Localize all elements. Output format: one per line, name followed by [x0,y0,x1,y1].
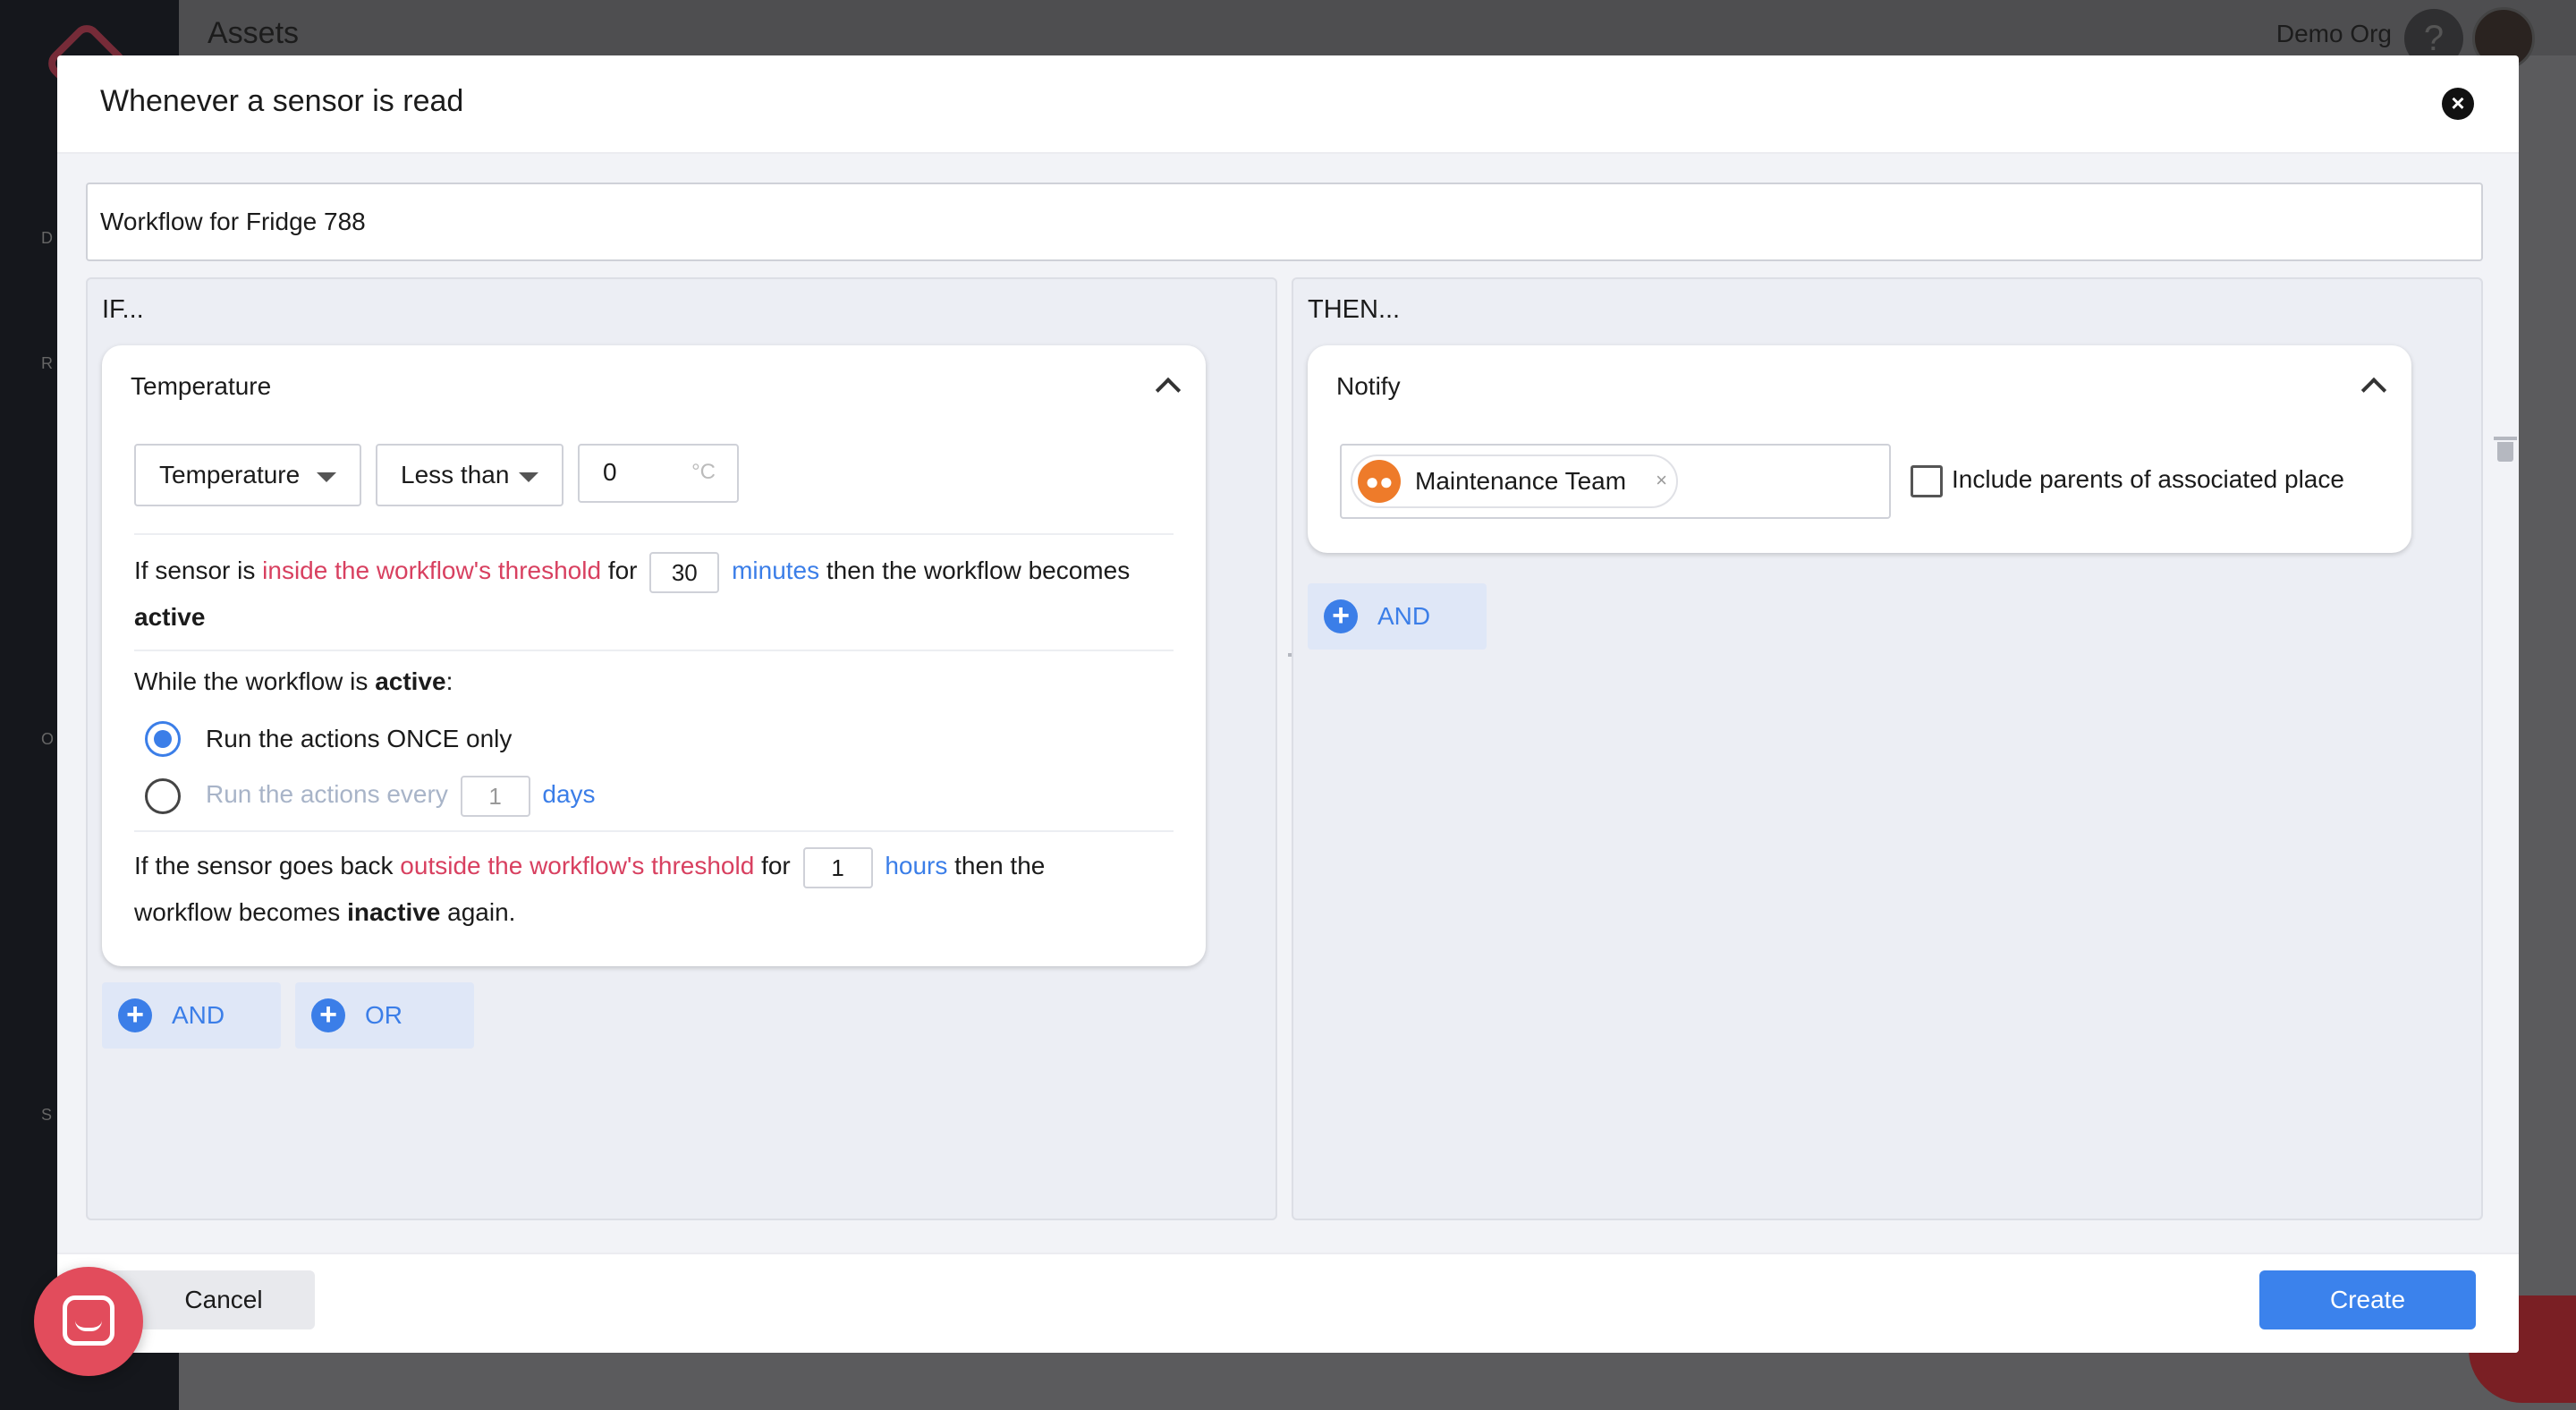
run-every-radio[interactable] [145,778,181,814]
run-every-input[interactable]: 1 [460,775,530,817]
modal-header: Whenever a sensor is read × [57,55,2519,154]
plus-icon: + [118,998,152,1032]
activation-rule: If sensor is inside the workflow's thres… [134,548,1181,641]
sidebar-letter: O [41,730,55,748]
divider [134,533,1174,535]
create-button[interactable]: Create [2259,1270,2476,1329]
deactivation-line2-suffix: again. [447,898,516,926]
include-parents-label[interactable]: Include parents of associated place [1952,465,2344,494]
divider [134,650,1174,651]
run-once-radio[interactable] [145,721,181,757]
modal-title: Whenever a sensor is read [100,84,464,118]
then-label: THEN... [1308,295,1401,324]
sidebar-letter: R [41,354,53,372]
deactivation-suffix: then the [954,852,1046,879]
caret-down-icon [519,472,538,482]
deactivation-rule: If the sensor goes back outside the work… [134,843,1181,936]
operator-select[interactable]: Less than [376,444,564,506]
close-icon[interactable]: × [2442,88,2474,120]
page-title: Assets [208,16,300,50]
activation-for: for [607,556,638,584]
or-label: OR [365,1001,402,1029]
sensor-type-select[interactable]: Temperature [134,444,361,506]
run-once-label[interactable]: Run the actions ONCE only [206,716,512,762]
activation-state: active [134,603,206,631]
chevron-up-icon[interactable] [2360,377,2387,403]
deactivation-prefix: If the sensor goes back [134,852,394,879]
add-and-action-button[interactable]: + AND [1308,583,1487,650]
team-icon: ●● [1358,460,1401,503]
recipient-chip: ●● Maintenance Team × [1351,454,1678,508]
and-label: AND [172,1001,225,1029]
if-label: IF... [102,295,144,324]
if-panel: IF... Temperature Temperature Less than … [86,277,1311,1220]
activation-unit[interactable]: minutes [732,556,819,584]
deactivation-line2-prefix: workflow becomes [134,898,341,926]
remove-recipient-icon[interactable]: × [1656,469,1667,492]
then-panel: THEN... Notify ●● Maintenance Team × Inc… [1292,277,2517,1220]
condition-card-title: Temperature [131,372,272,400]
caret-down-icon [317,472,336,482]
while-active-label: While the workflow is active: [134,658,453,705]
sidebar-letter: S [41,1106,53,1124]
run-every-label[interactable]: Run the actions every [206,780,448,808]
deactivation-for: for [761,852,791,879]
recipient-label: Maintenance Team [1415,467,1627,495]
workflow-modal: Whenever a sensor is read × IF... Temper… [57,55,2519,1353]
action-card-title: Notify [1336,372,1401,400]
modal-footer: Cancel Create [57,1253,2519,1353]
activation-suffix: then the workflow becomes [826,556,1131,584]
while-suffix: : [445,667,453,695]
include-parents-checkbox[interactable] [1911,465,1943,497]
deactivation-threshold-text: outside the workflow's threshold [400,852,755,879]
sidebar-letter: D [41,229,53,247]
org-name[interactable]: Demo Org [2276,20,2392,48]
run-every-unit[interactable]: days [542,780,595,808]
activation-duration-input[interactable]: 30 [649,551,720,593]
while-prefix: While the workflow is [134,667,369,695]
while-state: active [375,667,446,695]
and-label: AND [1377,602,1431,630]
add-and-condition-button[interactable]: + AND [102,982,281,1049]
run-every-row: Run the actions every 1 days [206,771,596,818]
deactivation-duration-input[interactable]: 1 [802,846,873,888]
delete-action-icon[interactable] [2494,437,2517,462]
divider [134,830,1174,832]
modal-body: IF... Temperature Temperature Less than … [57,154,2519,1253]
chevron-up-icon[interactable] [1155,377,1182,403]
operator-value: Less than [401,461,510,488]
condition-card: Temperature Temperature Less than 0 °C I… [102,345,1206,966]
threshold-value: 0 [603,458,617,486]
deactivation-unit[interactable]: hours [885,852,947,879]
app-header [179,0,2576,55]
workflow-name-input[interactable] [86,183,2483,261]
recipient-select[interactable]: ●● Maintenance Team × [1340,444,1891,519]
threshold-input[interactable]: 0 °C [578,444,739,503]
add-or-condition-button[interactable]: + OR [295,982,474,1049]
sensor-type-value: Temperature [159,461,301,488]
plus-icon: + [1324,599,1358,633]
activation-threshold-text: inside the workflow's threshold [262,556,602,584]
threshold-unit: °C [691,460,716,484]
plus-icon: + [311,998,345,1032]
chat-widget-button[interactable] [34,1267,143,1376]
deactivation-state: inactive [347,898,441,926]
action-card: Notify ●● Maintenance Team × Include par… [1308,345,2411,553]
activation-prefix: If sensor is [134,556,256,584]
